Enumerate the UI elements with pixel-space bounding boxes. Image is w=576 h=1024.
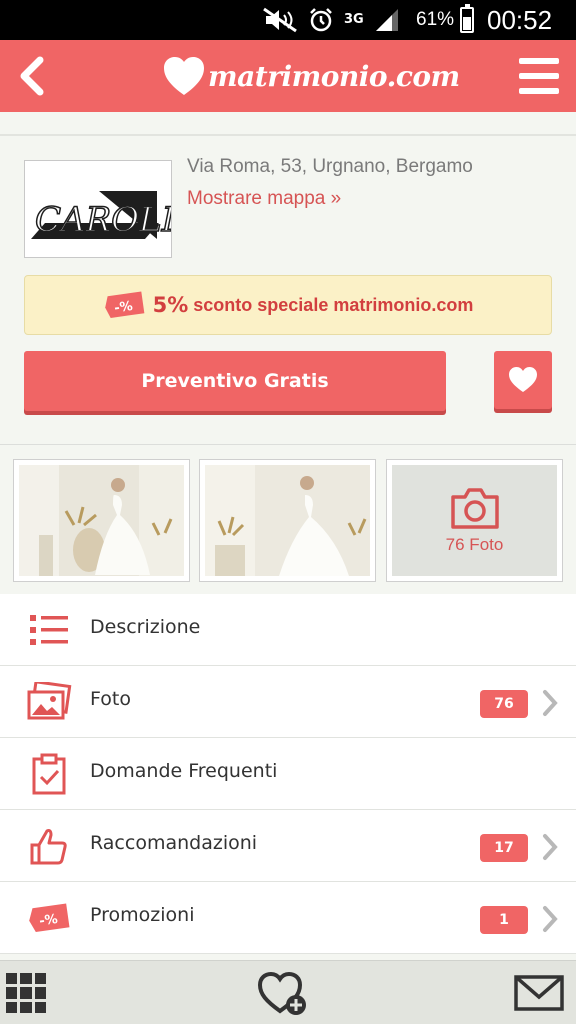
svg-text:-%: -%	[113, 299, 133, 316]
photos-icon	[26, 680, 72, 724]
bottom-nav	[0, 960, 576, 1024]
vendor-menu: Descrizione Foto 76 Domande Frequenti Ra…	[0, 594, 576, 954]
menu-item-raccomandazioni[interactable]: Raccomandazioni 17	[0, 810, 576, 882]
signal-icon	[375, 9, 398, 31]
more-photos-label: 76 Foto	[445, 534, 504, 554]
hamburger-menu-icon	[519, 58, 559, 64]
header-divider	[0, 134, 576, 136]
heart-logo-icon	[164, 57, 204, 95]
wedding-dress-photo	[205, 465, 370, 576]
camera-icon	[450, 487, 499, 529]
divider	[0, 444, 576, 445]
brand-logo[interactable]: matrimonio.com	[162, 48, 460, 104]
hamburger-menu-button[interactable]	[516, 54, 562, 98]
battery-level: 61%	[416, 9, 455, 30]
battery-icon	[460, 4, 474, 33]
chevron-right-icon	[543, 690, 558, 716]
vendor-logo: CAROLI	[24, 160, 176, 258]
alarm-icon	[310, 8, 332, 32]
heart-add-icon[interactable]	[256, 969, 312, 1017]
heart-icon	[509, 367, 537, 392]
menu-item-domande-frequenti[interactable]: Domande Frequenti	[0, 738, 576, 810]
menu-item-label: Promozioni	[90, 904, 195, 926]
menu-item-label: Descrizione	[90, 616, 201, 638]
mail-icon[interactable]	[514, 975, 564, 1011]
grid-menu-icon[interactable]	[6, 973, 46, 1013]
thumbs-up-icon	[26, 824, 72, 868]
status-icons: 3G	[262, 6, 400, 34]
show-map-link[interactable]: Mostrare mappa »	[187, 188, 341, 210]
count-badge: 76	[480, 690, 528, 718]
app-header: matrimonio.com	[0, 40, 576, 112]
menu-item-foto[interactable]: Foto 76	[0, 666, 576, 738]
chevron-right-icon	[543, 834, 558, 860]
vendor-address: Via Roma, 53, Urgnano, Bergamo	[187, 156, 473, 177]
count-badge: 1	[480, 906, 528, 934]
favorite-button[interactable]	[494, 351, 552, 409]
photo-thumbnail[interactable]	[13, 459, 190, 582]
status-bar: 3G 61% 00:52	[0, 0, 576, 40]
menu-item-label: Domande Frequenti	[90, 760, 278, 782]
svg-text:CAROLI: CAROLI	[35, 200, 171, 240]
clipboard-check-icon	[26, 752, 72, 796]
back-button[interactable]	[10, 50, 54, 102]
promo-percent: 5%	[152, 293, 189, 317]
clock: 00:52	[487, 5, 553, 35]
menu-item-promozioni[interactable]: -% Promozioni 1	[0, 882, 576, 954]
discount-tag-icon: -%	[104, 291, 144, 318]
network-type: 3G	[344, 12, 364, 27]
menu-item-label: Foto	[90, 688, 131, 710]
more-photos-button[interactable]: 76 Foto	[386, 459, 563, 582]
chevron-left-icon	[20, 56, 44, 96]
mute-icon	[263, 7, 297, 33]
promo-banner[interactable]: -% 5% sconto speciale matrimonio.com	[24, 275, 552, 335]
chevron-right-icon	[543, 906, 558, 932]
count-badge: 17	[480, 834, 528, 862]
wedding-dress-photo	[19, 465, 184, 576]
photo-thumbnail[interactable]	[199, 459, 376, 582]
logo-text: matrimonio.com	[208, 59, 460, 93]
list-icon	[26, 608, 72, 652]
menu-item-descrizione[interactable]: Descrizione	[0, 594, 576, 666]
menu-item-label: Raccomandazioni	[90, 832, 258, 854]
discount-tag-icon: -%	[26, 896, 72, 940]
free-quote-button[interactable]: Preventivo Gratis	[24, 351, 446, 411]
promo-text: sconto speciale matrimonio.com	[193, 294, 474, 315]
svg-text:-%: -%	[38, 912, 58, 929]
